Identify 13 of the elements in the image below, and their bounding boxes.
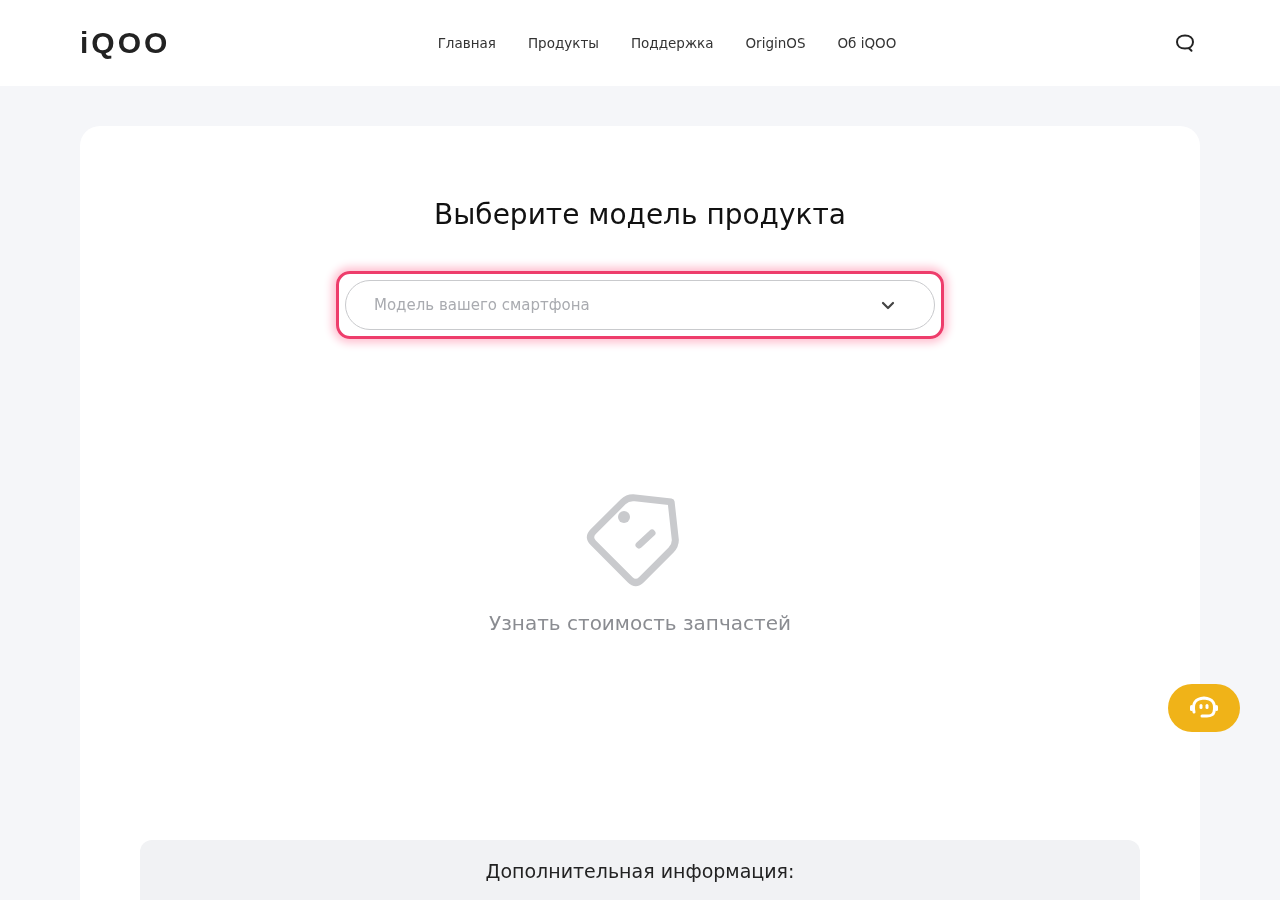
logo[interactable]: iQOO <box>80 26 260 60</box>
nav-link[interactable]: Главная <box>437 35 496 51</box>
robot-face-icon <box>1187 695 1221 721</box>
nav-link[interactable]: Продукты <box>527 35 599 51</box>
model-select[interactable]: Модель вашего смартфона <box>345 280 935 330</box>
nav-link[interactable]: Об iQOO <box>837 35 897 51</box>
nav-link[interactable]: OriginOS <box>745 35 806 51</box>
nav-link[interactable]: Поддержка <box>630 35 714 51</box>
search-icon[interactable] <box>1174 33 1196 53</box>
page-title: Выберите модель продукта <box>434 198 846 231</box>
empty-state-text: Узнать стоимость запчастей <box>489 611 791 635</box>
chevron-down-icon <box>881 301 895 310</box>
info-title: Дополнительная информация: <box>485 860 795 884</box>
